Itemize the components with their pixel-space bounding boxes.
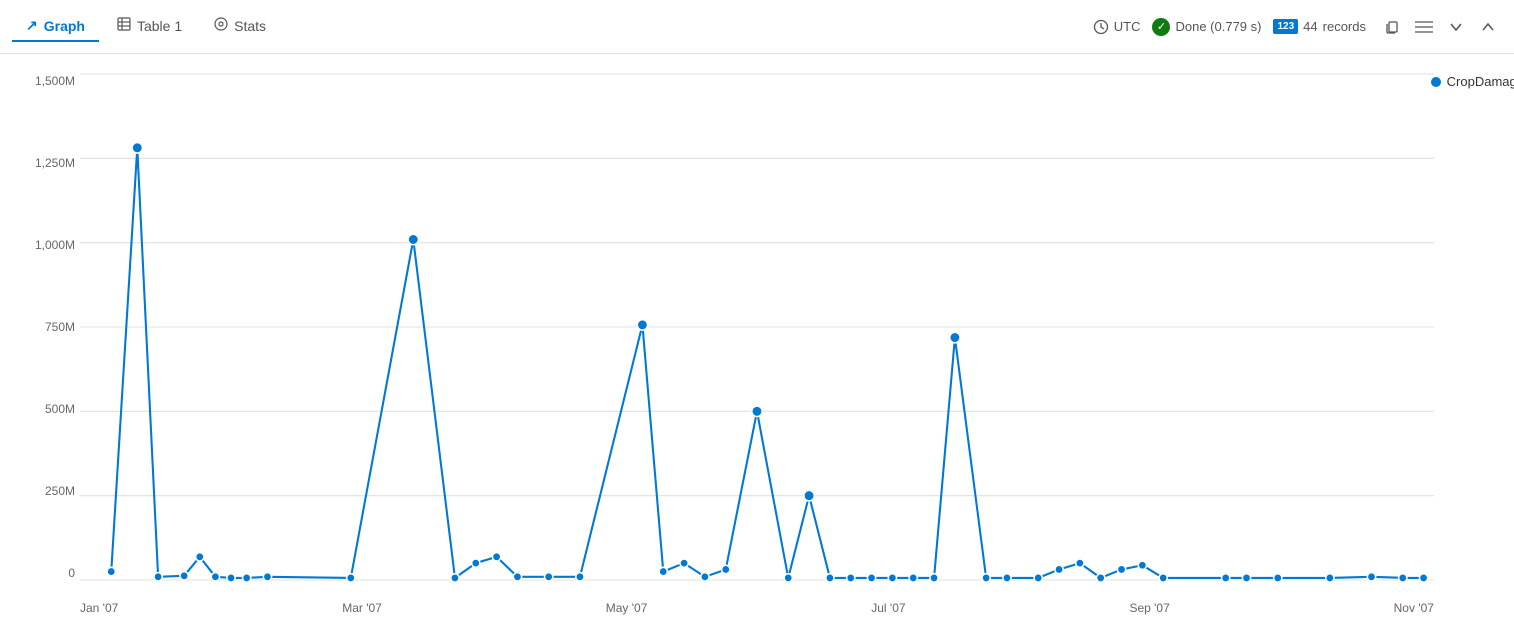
utc-status: UTC — [1093, 19, 1141, 35]
x-label-sep: Sep '07 — [1129, 601, 1169, 615]
chart-area: 1,500M 1,250M 1,000M 750M 500M 250M 0 — [80, 74, 1434, 580]
tab-graph[interactable]: ↗ Graph — [12, 11, 99, 42]
records-icon: 123 — [1273, 19, 1298, 34]
x-axis: Jan '07 Mar '07 May '07 Jul '07 Sep '07 … — [80, 601, 1434, 615]
stats-icon — [214, 17, 228, 34]
clock-icon — [1093, 19, 1109, 35]
records-label: records — [1323, 19, 1366, 34]
x-label-jan: Jan '07 — [80, 601, 118, 615]
table-icon — [117, 17, 131, 34]
done-label: Done (0.779 s) — [1175, 19, 1261, 34]
y-label-250: 250M — [45, 484, 75, 498]
y-label-0: 0 — [68, 566, 75, 580]
y-label-1250: 1,250M — [35, 156, 75, 170]
graph-icon: ↗ — [26, 17, 38, 34]
y-label-1500: 1,500M — [35, 74, 75, 88]
records-info: 123 44 records — [1273, 19, 1366, 34]
utc-label: UTC — [1114, 19, 1141, 34]
header: ↗ Graph Table 1 Stats — [0, 0, 1514, 54]
y-axis: 1,500M 1,250M 1,000M 750M 500M 250M 0 — [10, 74, 75, 580]
copy-button[interactable] — [1378, 13, 1406, 41]
chart-container: 1,500M 1,250M 1,000M 750M 500M 250M 0 — [0, 54, 1514, 630]
chevron-down-button[interactable] — [1442, 13, 1470, 41]
x-label-may: May '07 — [606, 601, 648, 615]
header-right: UTC ✓ Done (0.779 s) 123 44 records — [1093, 13, 1502, 41]
legend-label: CropDamage — [1447, 74, 1514, 89]
tab-table1-label: Table 1 — [137, 18, 182, 34]
chart-svg — [80, 74, 1434, 580]
tab-stats-label: Stats — [234, 18, 266, 34]
y-label-500: 500M — [45, 402, 75, 416]
x-label-mar: Mar '07 — [342, 601, 382, 615]
y-label-750: 750M — [45, 320, 75, 334]
tab-table1[interactable]: Table 1 — [103, 11, 196, 42]
done-status: ✓ Done (0.779 s) — [1152, 18, 1261, 36]
toolbar-icons — [1378, 13, 1502, 41]
y-label-1000: 1,000M — [35, 238, 75, 252]
tab-bar: ↗ Graph Table 1 Stats — [12, 11, 280, 42]
collapse-button[interactable] — [1474, 13, 1502, 41]
chart-legend: CropDamage — [1431, 74, 1514, 89]
x-label-jul: Jul '07 — [871, 601, 905, 615]
legend-dot — [1431, 77, 1441, 87]
records-count: 44 — [1303, 19, 1317, 34]
done-icon: ✓ — [1152, 18, 1170, 36]
x-label-nov: Nov '07 — [1394, 601, 1434, 615]
tab-graph-label: Graph — [44, 18, 85, 34]
tab-stats[interactable]: Stats — [200, 11, 280, 42]
columns-button[interactable] — [1410, 13, 1438, 41]
